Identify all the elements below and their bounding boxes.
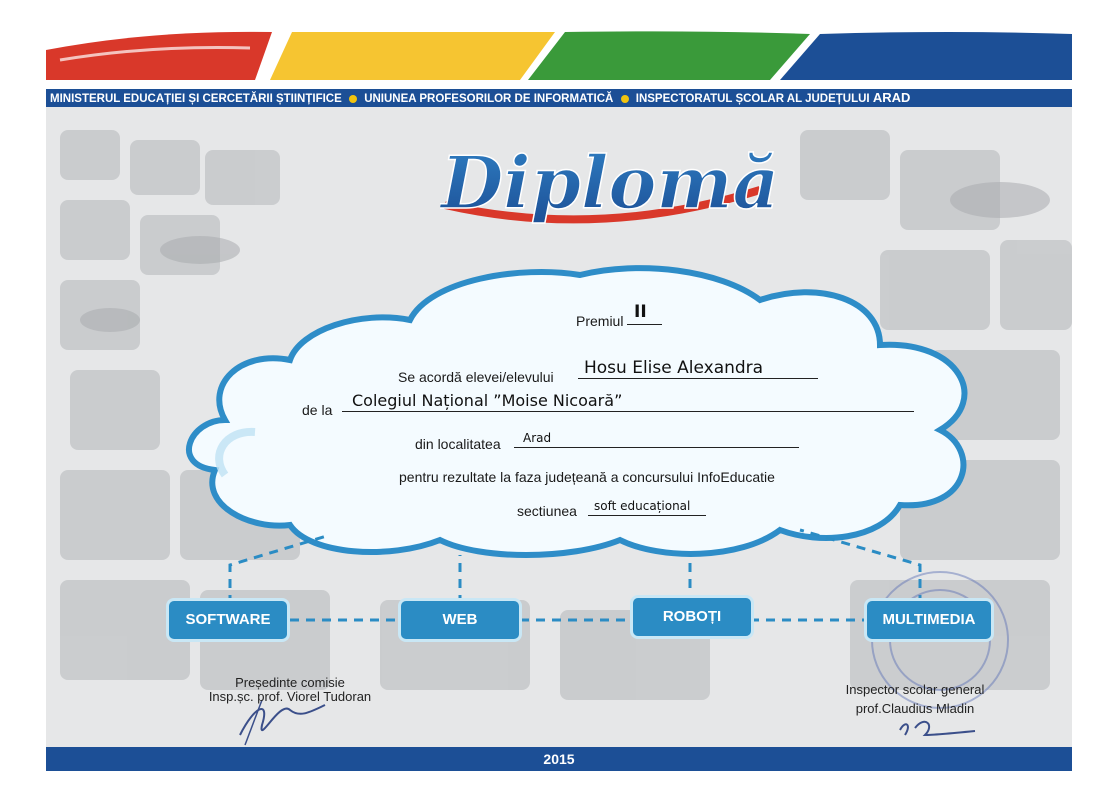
footer-year-band: 2015 xyxy=(46,747,1072,771)
signature-right: Inspector scolar general prof.Claudius M… xyxy=(810,680,1020,718)
header-org-ministry: MINISTERUL EDUCAȚIEI ȘI CERCETĂRII ȘTIIN… xyxy=(50,93,342,105)
localitate-value: Arad xyxy=(523,431,552,445)
sectiune-value: soft educațional xyxy=(594,499,691,513)
signature-left: Președinte comisie Insp.șc. prof. Viorel… xyxy=(170,676,410,704)
rezultate-text: pentru rezultate la faza județeană a con… xyxy=(399,469,775,485)
scoala-value: Colegiul Național ”Moise Nicoară” xyxy=(352,391,623,410)
premiul-value: II xyxy=(634,302,647,322)
diploma-page: MINISTERUL EDUCAȚIEI ȘI CERCETĂRII ȘTIIN… xyxy=(0,0,1119,785)
sectiune-label: sectiunea xyxy=(517,503,577,519)
localitate-line xyxy=(514,429,799,448)
header-org-union: UNIUNEA PROFESORILOR DE INFORMATICĂ xyxy=(364,93,614,105)
elev-label: Se acordă elevei/elevului xyxy=(398,369,554,385)
diploma-title-text: Diplomă xyxy=(440,140,779,225)
signature-right-role: Inspector scolar general xyxy=(845,682,985,697)
header-org-inspectorate: INSPECTORATUL ȘCOLAR AL JUDEȚULUI xyxy=(635,93,870,105)
signature-left-role: Președinte comisie xyxy=(235,675,345,690)
signature-right-name: prof.Claudius Mladin xyxy=(855,701,975,716)
signature-left-name: Insp.șc. prof. Viorel Tudoran xyxy=(208,689,372,704)
yellow-dot-icon xyxy=(620,94,629,103)
elev-value: Hosu Elise Alexandra xyxy=(584,358,764,378)
premiul-label: Premiul xyxy=(576,313,624,329)
header-org-city: ARAD xyxy=(872,90,911,105)
header-organizations: MINISTERUL EDUCAȚIEI ȘI CERCETĂRII ȘTIIN… xyxy=(46,89,1072,107)
scoala-label: de la xyxy=(302,402,333,418)
category-web: WEB xyxy=(398,598,522,642)
localitate-label: din localitatea xyxy=(415,436,501,452)
footer-year: 2015 xyxy=(543,751,575,767)
yellow-dot-icon xyxy=(348,94,357,103)
category-software: SOFTWARE xyxy=(166,598,290,642)
category-multimedia: MULTIMEDIA xyxy=(864,598,994,642)
category-roboti: ROBOȚI xyxy=(630,595,754,639)
diploma-title: Diplomă xyxy=(440,139,780,226)
